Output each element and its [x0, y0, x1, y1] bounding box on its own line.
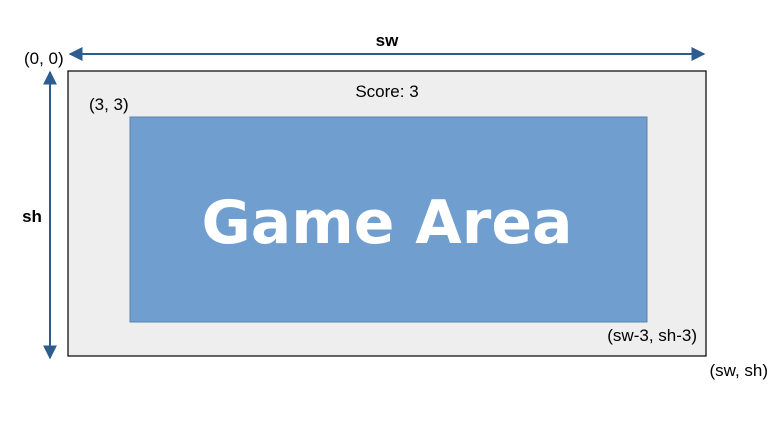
- game-area-title: Game Area: [201, 188, 572, 258]
- outer-bottom-right-label: (sw, sh): [709, 361, 768, 380]
- inner-top-left-label: (3, 3): [89, 95, 129, 114]
- width-label: sw: [376, 31, 399, 50]
- screen-layout-diagram: sw sh (0, 0) Score: 3 (3, 3) Game Area (…: [22, 31, 768, 380]
- height-label: sh: [22, 207, 42, 226]
- inner-bottom-right-label: (sw-3, sh-3): [607, 326, 697, 345]
- score-label: Score: 3: [355, 82, 418, 101]
- origin-label: (0, 0): [24, 49, 64, 68]
